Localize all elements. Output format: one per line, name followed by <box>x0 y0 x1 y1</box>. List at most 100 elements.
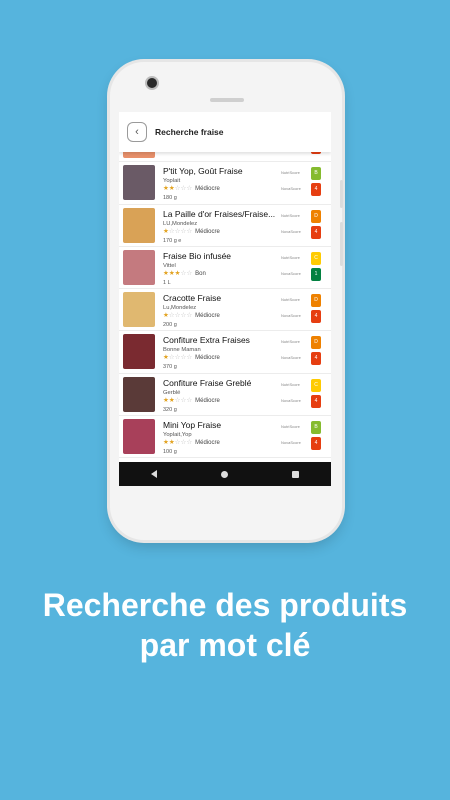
product-list-item[interactable]: Fraise Bio infusée Vittel ★★★☆☆ Bon 1 L Nutri… <box>119 247 331 290</box>
nutriscore-badge: C <box>311 378 321 392</box>
chevron-left-icon: ‹ <box>135 125 139 138</box>
star-empty-icon: ☆ <box>186 185 193 193</box>
product-name: Mini Yop Fraise <box>163 420 222 431</box>
nutriscore-label: NutriScore <box>281 297 300 303</box>
product-thumbnail <box>123 292 155 328</box>
page-title: Recherche fraise <box>155 127 224 137</box>
nutriscore-label: NutriScore <box>281 254 300 260</box>
product-rating: ★★☆☆☆ Médiocre <box>163 397 281 406</box>
nutriscore-row: NutriScore B <box>281 166 321 182</box>
product-info: P'tit Yop, Goût Fraise Yoplait ★★☆☆☆ Médioc… <box>163 166 281 202</box>
novascore-row: NovaScore 4 <box>281 309 321 325</box>
phone-side-button <box>340 180 343 208</box>
product-list[interactable]: ★☆☆☆☆Médiocre120 gNutriScoreNovaScore4P'… <box>119 140 331 462</box>
product-thumbnail <box>123 165 155 201</box>
product-rating: ★★☆☆☆ Médiocre <box>163 439 281 448</box>
product-rating: ★★★☆☆ Bon <box>163 270 281 279</box>
product-quantity: 180 g <box>163 195 177 202</box>
system-nav-bar <box>119 462 331 486</box>
product-name: P'tit Yop, Goût Fraise <box>163 166 243 177</box>
nutriscore-badge: B <box>311 421 321 435</box>
nutriscore-badge: D <box>311 294 321 308</box>
rating-label: Médiocre <box>195 313 220 320</box>
triangle-back-icon[interactable] <box>151 470 157 478</box>
product-list-item[interactable]: Confiture Extra Fraises Bonne Maman ★☆☆☆☆ M… <box>119 331 331 374</box>
star-empty-icon: ☆ <box>186 227 193 235</box>
app-bar: ‹ Recherche fraise <box>119 112 331 152</box>
product-info: Confiture Extra Fraises Bonne Maman ★☆☆☆☆ M… <box>163 335 281 371</box>
product-name: Confiture Extra Fraises <box>163 335 250 346</box>
novascore-label: NovaScore <box>281 397 301 403</box>
nutriscore-row: NutriScore C <box>281 378 321 394</box>
product-info: Fraise Bio infusée Vittel ★★★☆☆ Bon 1 L <box>163 251 281 287</box>
product-scores: NutriScore B NovaScore 4 <box>281 420 321 452</box>
product-rating: ★☆☆☆☆ Médiocre <box>163 228 281 237</box>
product-list-item[interactable]: Confiture Fraise Greblé Gerblé ★★☆☆☆ Médioc… <box>119 374 331 417</box>
product-quantity: 370 g <box>163 364 177 371</box>
nutriscore-badge: C <box>311 251 321 265</box>
rating-label: Médiocre <box>195 440 220 447</box>
novascore-label: NovaScore <box>281 313 301 319</box>
product-quantity: 200 g <box>163 322 177 329</box>
product-info: La Paille d'or Fraises/Fraise... LU,Monde… <box>163 209 281 245</box>
star-empty-icon: ☆ <box>186 312 193 320</box>
rating-label: Médiocre <box>195 397 220 404</box>
product-name: Cracotte Fraise <box>163 293 222 304</box>
novascore-badge: 4 <box>311 394 321 408</box>
promo-headline: Recherche des produits par mot clé <box>0 585 450 665</box>
nutriscore-label: NutriScore <box>281 381 300 387</box>
product-thumbnail <box>123 249 155 285</box>
nutriscore-badge: B <box>311 167 321 181</box>
product-scores: NutriScore D NovaScore 4 <box>281 209 321 241</box>
earpiece-speaker <box>210 98 244 102</box>
headline-line-2: par mot clé <box>139 627 311 663</box>
star-empty-icon: ☆ <box>186 439 193 447</box>
circle-home-icon[interactable] <box>221 470 228 478</box>
headline-line-1: Recherche des produits <box>42 587 408 623</box>
app-screen: ‹ Recherche fraise ★☆☆☆☆Médiocre120 gNut… <box>119 112 331 486</box>
product-rating: ★★☆☆☆ Médiocre <box>163 185 281 194</box>
novascore-row: NovaScore 4 <box>281 182 321 198</box>
product-scores: NutriScore D NovaScore 4 <box>281 293 321 325</box>
rating-label: Bon <box>195 270 206 277</box>
novascore-badge: 4 <box>311 352 321 366</box>
product-thumbnail <box>123 334 155 370</box>
product-list-item[interactable]: Mini Yop Fraise Yoplait,Yop ★★☆☆☆ Médiocre 1… <box>119 416 331 459</box>
novascore-label: NovaScore <box>281 228 301 234</box>
novascore-label: NovaScore <box>281 355 301 361</box>
rating-label: Médiocre <box>195 228 220 235</box>
product-rating: ★☆☆☆☆ Médiocre <box>163 312 281 321</box>
product-scores: NutriScore B NovaScore 4 <box>281 166 321 198</box>
novascore-row: NovaScore 4 <box>281 351 321 367</box>
product-quantity: 320 g <box>163 406 177 413</box>
novascore-badge: 4 <box>311 437 321 451</box>
product-list-item[interactable]: Cracotte Fraise Lu,Mondelez ★☆☆☆☆ Médiocre 2… <box>119 289 331 332</box>
back-button[interactable]: ‹ <box>127 122 147 142</box>
product-info: Confiture Fraise Greblé Gerblé ★★☆☆☆ Médioc… <box>163 378 281 414</box>
product-scores: NutriScore C NovaScore 4 <box>281 378 321 410</box>
square-recent-icon[interactable] <box>292 470 299 478</box>
star-empty-icon: ☆ <box>186 354 193 362</box>
product-list-item[interactable]: P'tit Yop, Goût Fraise Yoplait ★★☆☆☆ Médioc… <box>119 162 331 205</box>
product-brand: Vittel <box>163 262 176 269</box>
novascore-label: NovaScore <box>281 440 301 446</box>
product-list-item[interactable]: La Paille d'or Fraises/Fraise... LU,Monde… <box>119 205 331 247</box>
novascore-row: NovaScore 1 <box>281 267 321 283</box>
product-scores: NutriScore C NovaScore 1 <box>281 251 321 283</box>
product-brand: Yoplait,Yop <box>163 432 192 439</box>
product-brand: LU,Mondelez <box>163 220 198 227</box>
front-camera <box>145 76 159 90</box>
star-empty-icon: ☆ <box>186 269 193 277</box>
product-scores: NutriScore D NovaScore 4 <box>281 335 321 367</box>
nutriscore-label: NutriScore <box>281 339 300 345</box>
product-thumbnail <box>123 376 155 412</box>
novascore-badge: 4 <box>311 225 321 239</box>
nutriscore-badge: D <box>311 336 321 350</box>
novascore-badge: 4 <box>311 310 321 324</box>
nutriscore-label: NutriScore <box>281 170 300 176</box>
novascore-row: NovaScore 4 <box>281 394 321 410</box>
product-quantity: 170 g e <box>163 237 182 244</box>
novascore-label: NovaScore <box>281 270 301 276</box>
nutriscore-badge: D <box>311 209 321 223</box>
nutriscore-label: NutriScore <box>281 212 300 218</box>
